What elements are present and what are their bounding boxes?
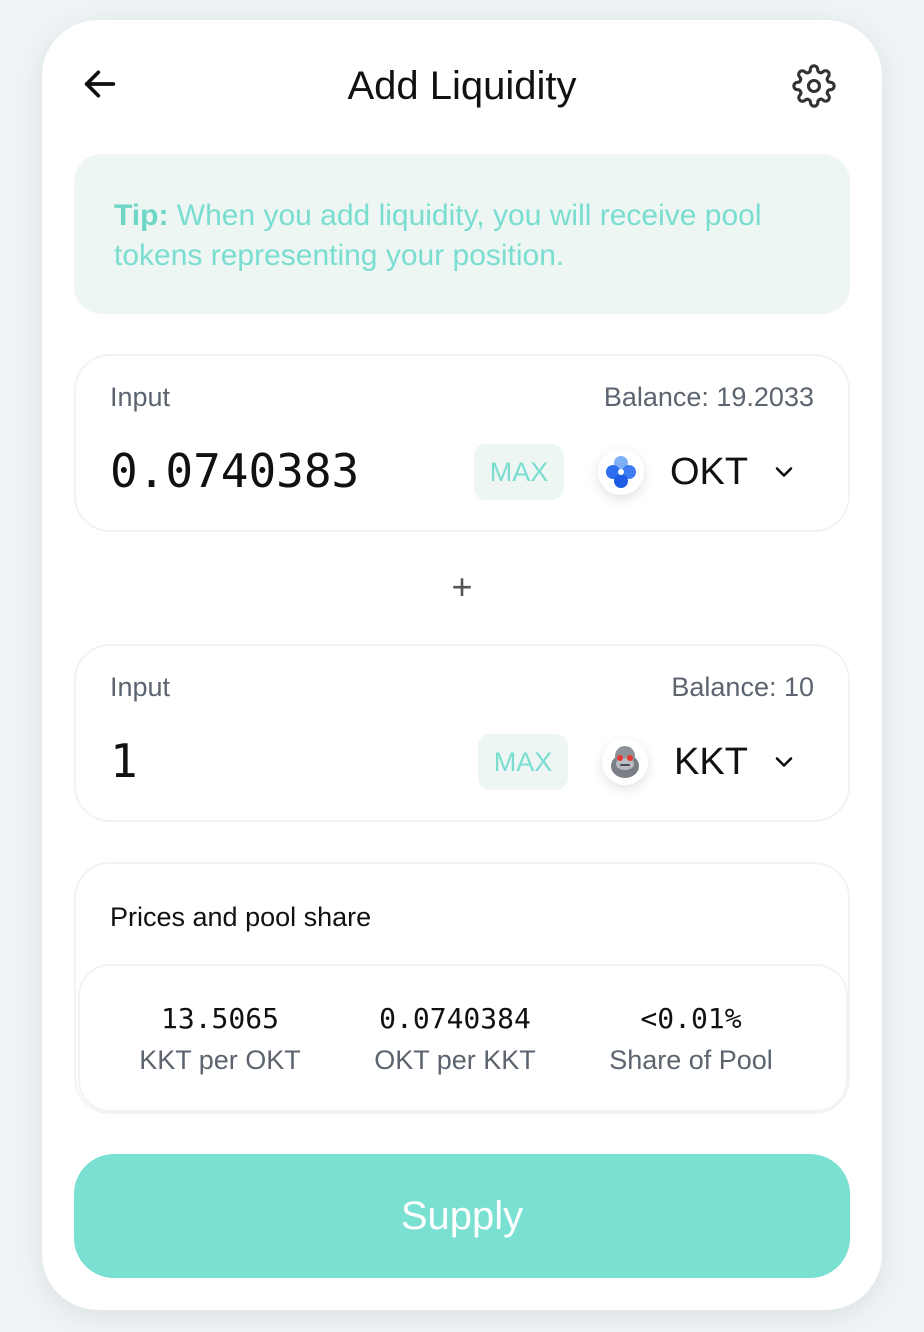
chevron-down-icon [775,467,793,477]
token-symbol-okt: OKT [670,450,749,493]
price-value: <0.01% [640,1002,742,1035]
tip-text: When you add liquidity, you will receive… [114,199,762,272]
okt-logo-icon [606,456,636,488]
gorilla-logo-icon [611,746,639,778]
supply-button[interactable]: Supply [74,1154,850,1278]
balance-text: Balance: 10 [671,672,814,702]
settings-button[interactable] [788,60,840,112]
tip-label: Tip: [114,199,169,232]
prices-grid: 13.5065 KKT per OKT 0.0740384 OKT per KK… [78,964,848,1112]
balance-text: Balance: 19.2033 [603,382,814,412]
amount-input-kkt[interactable] [110,734,450,788]
tip-box: Tip: When you add liquidity, you will re… [74,154,850,314]
token-select-okt[interactable]: OKT [598,440,798,504]
price-item-share-of-pool: <0.01% Share of Pool [586,1002,796,1076]
token-select-kkt[interactable]: KKT [602,730,798,794]
input-panel-okt: Input Balance: 19.2033 MAX OKT [74,354,850,532]
price-label: Share of Pool [609,1045,773,1075]
price-value: 0.0740384 [379,1002,531,1035]
price-item-kkt-per-okt: 13.5065 KKT per OKT [120,1002,320,1076]
input-label: Input [110,672,171,702]
okt-token-logo [598,449,644,495]
price-label: KKT per OKT [139,1045,301,1075]
max-button-okt[interactable]: MAX [474,444,564,500]
input-panel-kkt: Input Balance: 10 MAX KKT [74,644,850,822]
input-label: Input [110,382,171,412]
chevron-down-icon [775,757,793,767]
prices-title: Prices and pool share [110,902,372,932]
page-title: Add Liquidity [347,64,577,108]
prices-panel: Prices and pool share 13.5065 KKT per OK… [74,862,850,1114]
gear-icon [792,64,836,108]
plus-icon: + [451,566,473,607]
token-symbol-kkt: KKT [674,740,748,783]
max-button-kkt[interactable]: MAX [478,734,568,790]
price-value: 13.5065 [160,1002,279,1035]
price-label: OKT per KKT [374,1045,536,1075]
price-item-okt-per-kkt: 0.0740384 OKT per KKT [352,1002,558,1076]
kkt-token-logo [602,739,648,785]
amount-input-okt[interactable] [110,444,450,498]
